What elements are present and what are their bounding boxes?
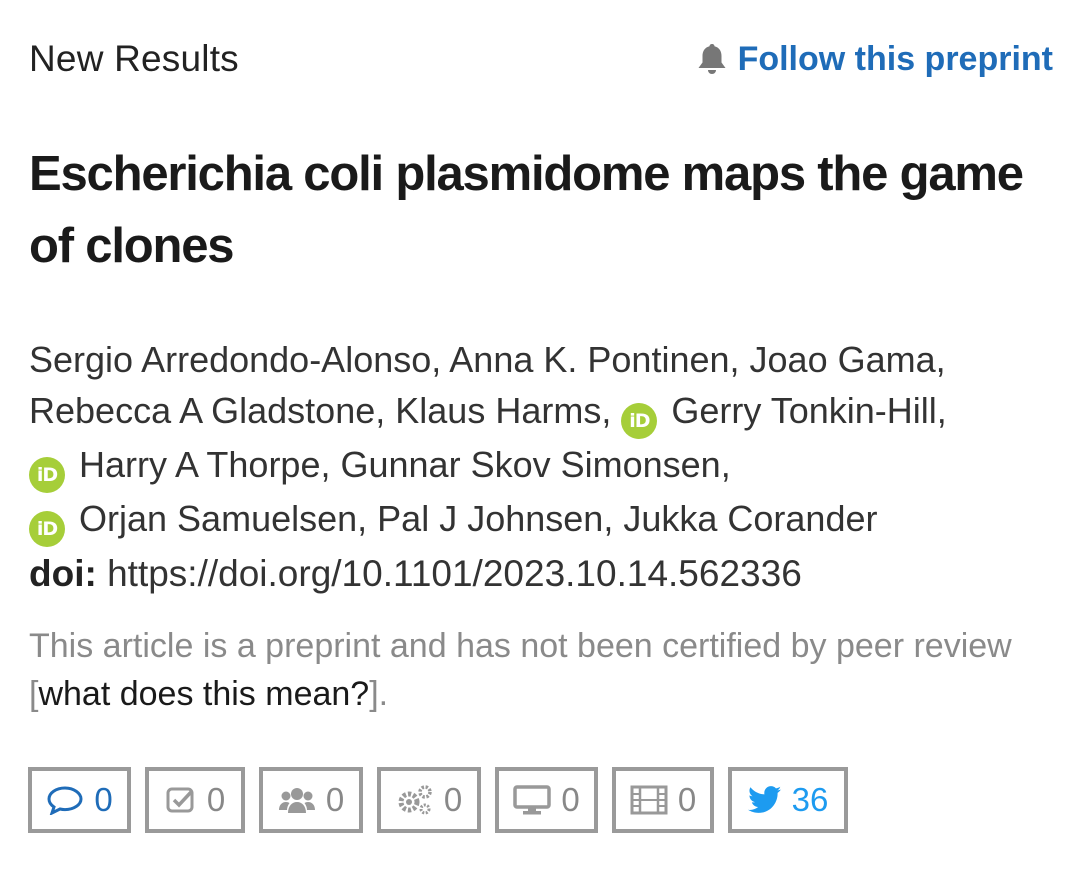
- disclaimer-text: This article is a preprint and has not b…: [29, 627, 1012, 665]
- author-link[interactable]: Gunnar Skov Simonsen: [340, 444, 720, 485]
- follow-preprint-link[interactable]: Follow this preprint: [696, 40, 1053, 79]
- author-link[interactable]: Jukka Corander: [623, 498, 877, 539]
- video-badge[interactable]: 0: [612, 767, 714, 833]
- author-link[interactable]: Harry A Thorpe: [79, 444, 320, 485]
- article-title: Escherichia coli plasmidome maps the gam…: [29, 147, 1024, 273]
- checkbox-icon: [166, 787, 194, 813]
- media-badge[interactable]: 0: [495, 767, 598, 833]
- users-icon: [278, 788, 315, 813]
- follow-label: Follow this preprint: [737, 39, 1053, 78]
- header-bar: New Results Follow this preprint: [29, 36, 1053, 82]
- orcid-icon[interactable]: iD: [621, 403, 658, 439]
- reviews-count: 0: [206, 781, 226, 818]
- author-link[interactable]: Sergio Arredondo-Alonso: [29, 339, 431, 380]
- doi-line: doi: https://doi.org/10.1101/2023.10.14.…: [29, 548, 802, 600]
- doi-label: doi:: [29, 553, 97, 594]
- comments-count: 0: [94, 781, 113, 818]
- automated-count: 0: [443, 781, 463, 818]
- reviews-badge[interactable]: 0: [145, 767, 245, 833]
- doi-link[interactable]: https://doi.org/10.1101/2023.10.14.56233…: [107, 553, 802, 594]
- author-link[interactable]: Orjan Samuelsen: [79, 498, 357, 539]
- orcid-icon[interactable]: iD: [29, 457, 65, 493]
- metrics-bar: 0 0 0 0 0 0 36: [28, 767, 862, 833]
- media-count: 0: [561, 781, 580, 818]
- film-icon: [630, 785, 668, 815]
- orcid-icon[interactable]: iD: [29, 511, 65, 547]
- twitter-badge[interactable]: 36: [728, 767, 848, 833]
- comments-badge[interactable]: 0: [28, 767, 131, 833]
- author-link[interactable]: Joao Gama: [750, 339, 936, 380]
- community-badge[interactable]: 0: [259, 767, 363, 833]
- status-label: New Results: [29, 38, 239, 79]
- author-link[interactable]: Pal J Johnsen: [377, 498, 603, 539]
- speech-bubble-icon: [47, 786, 83, 815]
- community-count: 0: [325, 781, 345, 818]
- author-list: Sergio Arredondo-Alonso, Anna K. Pontine…: [29, 334, 1064, 547]
- gears-icon: [398, 785, 432, 815]
- bell-icon: [698, 44, 726, 74]
- monitor-icon: [513, 785, 552, 815]
- author-link[interactable]: Rebecca A Gladstone: [29, 390, 375, 431]
- preprint-disclaimer: This article is a preprint and has not b…: [29, 627, 1012, 713]
- tweets-count: 36: [791, 781, 829, 818]
- automated-badge[interactable]: 0: [377, 767, 481, 833]
- author-link[interactable]: Klaus Harms: [395, 390, 601, 431]
- author-link[interactable]: Gerry Tonkin-Hill: [671, 390, 936, 431]
- twitter-bird-icon: [747, 786, 781, 813]
- what-does-this-mean-link[interactable]: what does this mean?: [38, 675, 369, 713]
- video-count: 0: [677, 781, 697, 818]
- author-link[interactable]: Anna K. Pontinen: [449, 339, 729, 380]
